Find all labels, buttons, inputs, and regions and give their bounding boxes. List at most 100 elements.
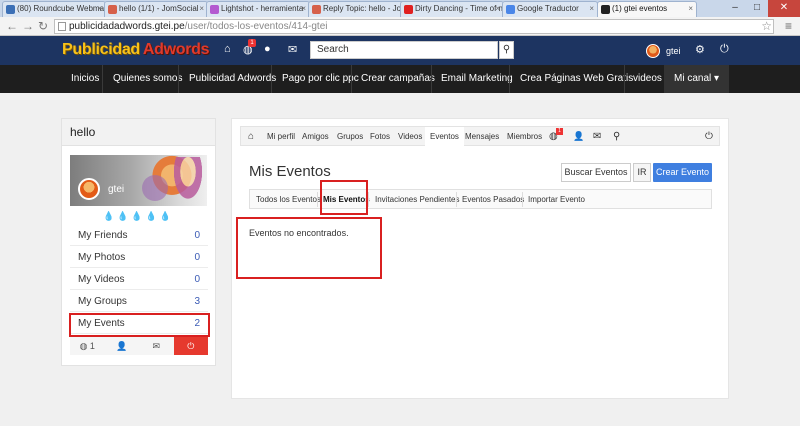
search-input[interactable]: Search bbox=[310, 41, 498, 59]
home-icon[interactable]: ⌂ bbox=[248, 127, 254, 147]
browser-menu-icon[interactable]: ≡ bbox=[785, 19, 792, 33]
window-controls: – □ ✕ bbox=[724, 0, 800, 17]
username[interactable]: gtei bbox=[666, 46, 681, 56]
window-close-icon[interactable]: ✕ bbox=[768, 0, 800, 17]
nav-inicios[interactable]: Inicios bbox=[71, 65, 99, 93]
tab-importar-evento[interactable]: Importar Evento bbox=[528, 190, 585, 209]
tab-mensajes[interactable]: Mensajes bbox=[465, 127, 499, 147]
nav-divider bbox=[431, 65, 432, 93]
browser-tab[interactable]: (80) Roundcube Webmail × bbox=[2, 1, 106, 17]
tab-invitaciones[interactable]: Invitaciones Pendientes bbox=[375, 190, 460, 209]
nav-publicidad-adwords[interactable]: Publicidad Adwords bbox=[189, 65, 276, 93]
tab-videos[interactable]: Videos bbox=[398, 127, 422, 147]
cover-art bbox=[170, 157, 206, 206]
mail-icon[interactable]: ✉ bbox=[593, 127, 601, 147]
panel-actions: ◍ 1 👤 ✉ ⏻ bbox=[70, 337, 208, 355]
search-events-input[interactable]: Buscar Eventos bbox=[561, 163, 631, 182]
profile-subnav: ⌂ Mi perfil Amigos Grupos Fotos Videos E… bbox=[240, 126, 720, 147]
nav-divider bbox=[509, 65, 510, 93]
tab-divider bbox=[317, 192, 318, 207]
roundcube-icon bbox=[6, 5, 15, 14]
bookmark-star-icon[interactable]: ☆ bbox=[761, 19, 772, 33]
tab-divider bbox=[522, 192, 523, 207]
mail-icon[interactable]: ✉ bbox=[139, 337, 174, 355]
user-icon[interactable]: ● bbox=[264, 43, 271, 55]
close-icon[interactable]: × bbox=[97, 2, 102, 16]
browser-tab-active[interactable]: (1) gtei eventos × bbox=[597, 1, 697, 17]
close-icon[interactable]: × bbox=[688, 2, 693, 16]
go-button[interactable]: IR bbox=[633, 163, 651, 182]
home-icon[interactable]: ⌂ bbox=[224, 43, 231, 55]
back-icon[interactable]: ← bbox=[6, 19, 18, 33]
menu-my-videos[interactable]: My Videos 0 bbox=[70, 269, 208, 290]
nav-quienes-somos[interactable]: Quienes somos bbox=[113, 65, 182, 93]
friend-request-icon[interactable]: 👤 bbox=[104, 337, 139, 355]
rating-icons: 💧💧💧💧💧 bbox=[102, 211, 175, 221]
site-icon bbox=[601, 5, 610, 14]
forward-icon[interactable]: → bbox=[22, 19, 34, 33]
nav-email-marketing[interactable]: Email Marketing bbox=[441, 65, 513, 93]
power-icon[interactable]: ⏻ bbox=[173, 337, 208, 355]
nav-pago-por-clic[interactable]: Pago por clic ppc bbox=[282, 65, 359, 93]
tab-miembros[interactable]: Miembros bbox=[507, 127, 542, 147]
tab-eventos[interactable]: Eventos bbox=[425, 127, 464, 147]
maximize-icon[interactable]: □ bbox=[746, 0, 768, 17]
friend-request-icon[interactable]: 👤 bbox=[573, 127, 584, 147]
count: 0 bbox=[194, 252, 200, 263]
tab-mi-perfil[interactable]: Mi perfil bbox=[267, 127, 295, 147]
count: 0 bbox=[194, 230, 200, 241]
avatar[interactable] bbox=[646, 44, 660, 58]
nav-videos[interactable]: videos bbox=[633, 65, 662, 93]
browser-tab[interactable]: Lightshot - herramienta × bbox=[206, 1, 310, 17]
nav-divider bbox=[102, 65, 103, 93]
tab-grupos[interactable]: Grupos bbox=[337, 127, 363, 147]
joomla-icon bbox=[108, 5, 117, 14]
close-icon[interactable]: × bbox=[301, 2, 306, 16]
menu-my-groups[interactable]: My Groups 3 bbox=[70, 291, 208, 312]
tab-eventos-pasados[interactable]: Eventos Pasados bbox=[462, 190, 524, 209]
tab-fotos[interactable]: Fotos bbox=[370, 127, 390, 147]
nav-divider bbox=[271, 65, 272, 93]
browser-tab[interactable]: hello (1/1) - JomSocial × bbox=[104, 1, 208, 17]
lightshot-icon bbox=[210, 5, 219, 14]
power-icon[interactable]: ⏻ bbox=[720, 43, 729, 56]
menu-my-friends[interactable]: My Friends 0 bbox=[70, 225, 208, 246]
browser-tab[interactable]: Reply Topic: hello - JomSocial× bbox=[308, 1, 412, 17]
close-icon[interactable]: × bbox=[589, 2, 594, 16]
notification-badge: 1 bbox=[556, 128, 563, 135]
google-translate-icon bbox=[506, 5, 515, 14]
globe-icon[interactable]: ◍ 1 bbox=[70, 337, 105, 355]
profile-name[interactable]: gtei bbox=[108, 184, 124, 195]
nav-crear-campanas[interactable]: Crear campañas bbox=[361, 65, 435, 93]
nav-crea-paginas[interactable]: Crea Páginas Web Gratis bbox=[520, 65, 633, 93]
browser-tab-bar: (80) Roundcube Webmail × hello (1/1) - Jo… bbox=[0, 0, 800, 17]
youtube-icon bbox=[404, 5, 413, 14]
gear-icon[interactable]: ⚙ bbox=[695, 43, 705, 56]
search-icon[interactable]: ⚲ bbox=[613, 127, 620, 147]
browser-tab[interactable]: Dirty Dancing - Time of my life× bbox=[400, 1, 504, 17]
search-icon[interactable]: ⚲ bbox=[499, 41, 514, 59]
tab-amigos[interactable]: Amigos bbox=[302, 127, 329, 147]
tab-todos-eventos[interactable]: Todos los Eventos bbox=[256, 190, 321, 209]
minimize-icon[interactable]: – bbox=[724, 0, 746, 17]
browser-tab[interactable]: Google Traductor × bbox=[502, 1, 598, 17]
count: 0 bbox=[194, 274, 200, 285]
nav-divider bbox=[351, 65, 352, 93]
site-logo[interactable]: Publicidad Adwords bbox=[62, 41, 210, 59]
tab-divider bbox=[368, 192, 369, 207]
close-icon[interactable]: × bbox=[495, 2, 500, 16]
profile-avatar[interactable] bbox=[78, 178, 100, 200]
menu-my-photos[interactable]: My Photos 0 bbox=[70, 247, 208, 268]
page-icon bbox=[58, 22, 66, 31]
nav-mi-canal[interactable]: Mi canal ▾ bbox=[664, 65, 730, 93]
mail-icon[interactable]: ✉ bbox=[288, 43, 297, 56]
close-icon[interactable]: × bbox=[199, 2, 204, 16]
reload-icon[interactable]: ↻ bbox=[38, 19, 48, 33]
highlight-box bbox=[69, 313, 210, 337]
highlight-box bbox=[236, 217, 382, 279]
power-icon[interactable]: ⏻ bbox=[705, 127, 713, 147]
url-field[interactable]: publicidadadwords.gtei.pe/user/todos-los… bbox=[54, 19, 774, 34]
address-bar: ← → ↻ publicidadadwords.gtei.pe/user/tod… bbox=[0, 17, 800, 36]
create-event-button[interactable]: Crear Evento bbox=[653, 163, 712, 182]
notification-badge: 1 bbox=[248, 39, 256, 47]
